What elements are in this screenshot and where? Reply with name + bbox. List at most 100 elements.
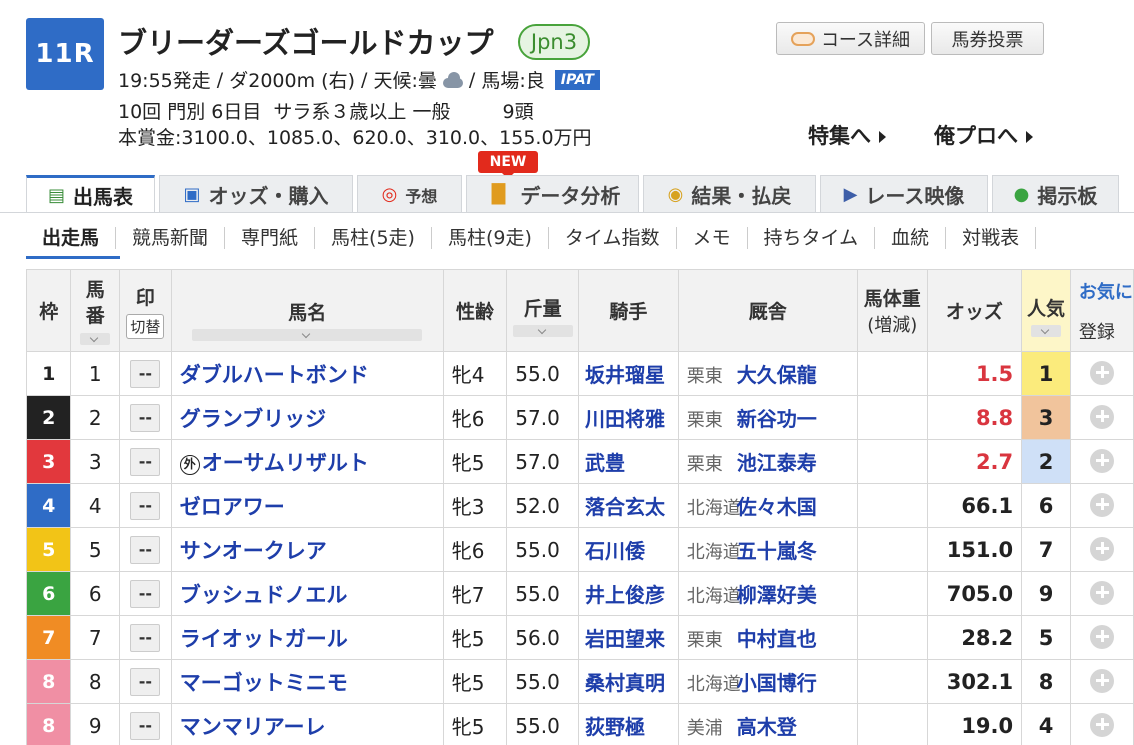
weight-carried: 55.0 — [506, 527, 580, 572]
popularity-rank: 3 — [1021, 395, 1071, 440]
trainer-link[interactable]: 高木登 — [737, 715, 797, 739]
subtab-memo[interactable]: メモ — [677, 227, 748, 249]
add-favorite-icon[interactable] — [1089, 580, 1114, 605]
tab-board[interactable]: ● 掲示板 — [992, 175, 1119, 213]
horse-name-link[interactable]: ゼロアワー — [170, 483, 444, 528]
add-favorite-icon[interactable] — [1089, 360, 1114, 385]
waku-number: 7 — [25, 615, 72, 660]
favorite-cell — [1069, 483, 1134, 528]
tab-data-analysis[interactable]: ▐▌ データ分析 — [466, 175, 639, 213]
mark-select[interactable]: -- — [130, 491, 161, 520]
stable-area: 栗東 — [686, 454, 723, 475]
horse-weight — [856, 395, 928, 440]
mark-select[interactable]: -- — [130, 447, 161, 476]
sort-icon[interactable] — [1031, 325, 1062, 337]
stable-area: 北海道 — [686, 498, 741, 519]
weight-carried: 56.0 — [506, 615, 580, 660]
trainer-link[interactable]: 佐々木国 — [737, 495, 817, 519]
subtab-past9[interactable]: 馬柱(9走) — [432, 227, 549, 249]
mark-select[interactable]: -- — [130, 711, 161, 740]
tab-prediction[interactable]: ◎ 予想 — [357, 175, 462, 213]
mark-select[interactable]: -- — [130, 667, 161, 696]
mark-switch-button[interactable]: 切替 — [126, 313, 165, 339]
horse-name-link[interactable]: グランブリッジ — [170, 395, 444, 440]
special-feature-link[interactable]: 特集へ — [808, 120, 886, 150]
stable-cell: 北海道佐々木国 — [677, 483, 858, 528]
tab-results[interactable]: ◉ 結果・払戻 — [643, 175, 816, 213]
subtab-entries[interactable]: 出走馬 — [26, 227, 115, 249]
table-row: 8 9 -- マンマリアーレ 牝5 55.0 荻野極 美浦 高木登 19.0 4 — [25, 703, 1134, 745]
horse-name-link[interactable]: サンオークレア — [170, 527, 444, 572]
sort-icon[interactable] — [512, 325, 573, 337]
vote-button[interactable]: 馬券投票 — [931, 22, 1044, 55]
jockey-link[interactable]: 荻野極 — [578, 703, 679, 745]
trainer-link[interactable]: 大久保龍 — [737, 363, 817, 387]
subtab-newspaper[interactable]: 競馬新聞 — [115, 227, 226, 249]
add-favorite-icon[interactable] — [1089, 492, 1114, 517]
cloud-icon — [441, 71, 465, 88]
header-waku[interactable]: 枠 — [25, 269, 72, 352]
arrow-right-icon — [1026, 131, 1033, 143]
header-weight: 馬体重 (増減) — [856, 269, 928, 352]
jockey-link[interactable]: 武豊 — [578, 439, 679, 484]
add-favorite-icon[interactable] — [1089, 712, 1114, 737]
mark-select[interactable]: -- — [130, 403, 161, 432]
jockey-link[interactable]: 落合玄太 — [578, 483, 679, 528]
sort-icon[interactable] — [80, 332, 111, 345]
ipat-badge[interactable]: IPAT — [554, 69, 600, 90]
subtab-matchup[interactable]: 対戦表 — [946, 227, 1037, 249]
horse-name-link[interactable]: 外オーサムリザルト — [170, 439, 444, 484]
horse-weight — [856, 703, 928, 745]
header-sexage: 性齢 — [442, 269, 508, 352]
jockey-link[interactable]: 桑村真明 — [578, 659, 679, 704]
jockey-link[interactable]: 川田将雅 — [578, 395, 679, 440]
jockey-link[interactable]: 石川倭 — [578, 527, 679, 572]
popularity-rank: 8 — [1021, 659, 1071, 704]
tab-entries[interactable]: ▤ 出馬表 — [26, 175, 155, 213]
header-ninki[interactable]: 人気 — [1021, 269, 1071, 352]
horse-name-link[interactable]: ブッシュドノエル — [170, 571, 444, 616]
jockey-link[interactable]: 井上俊彦 — [578, 571, 679, 616]
jockey-link[interactable]: 坂井瑠星 — [578, 351, 679, 396]
subtab-best-time[interactable]: 持ちタイム — [748, 227, 876, 249]
pro-link[interactable]: 俺プロへ — [934, 120, 1033, 150]
header-umaban[interactable]: 馬番 — [70, 269, 121, 352]
add-favorite-icon[interactable] — [1089, 668, 1114, 693]
tab-race-video[interactable]: ▶ レース映像 — [820, 175, 988, 213]
add-favorite-icon[interactable] — [1089, 404, 1114, 429]
mark-select[interactable]: -- — [130, 535, 161, 564]
add-favorite-icon[interactable] — [1089, 624, 1114, 649]
header-kinryo[interactable]: 斤量 — [506, 269, 580, 352]
trainer-link[interactable]: 柳澤好美 — [737, 583, 817, 607]
mark-cell: -- — [119, 615, 172, 660]
sort-icon[interactable] — [192, 329, 423, 341]
trainer-link[interactable]: 新谷功一 — [737, 407, 817, 431]
mark-select[interactable]: -- — [130, 359, 161, 388]
horse-name-link[interactable]: ライオットガール — [170, 615, 444, 660]
mark-select[interactable]: -- — [130, 579, 161, 608]
trainer-link[interactable]: 池江泰寿 — [737, 451, 817, 475]
waku-number: 3 — [25, 439, 72, 484]
tab-odds[interactable]: ▣ オッズ・購入 — [159, 175, 353, 213]
course-detail-button[interactable]: コース詳細 — [776, 22, 925, 55]
subtab-time-index[interactable]: タイム指数 — [549, 227, 677, 249]
horse-name-link[interactable]: マンマリアーレ — [170, 703, 444, 745]
horse-weight — [856, 483, 928, 528]
horse-name-link[interactable]: ダブルハートボンド — [170, 351, 444, 396]
race-info-line: 19:55発走 / ダ2000m (右) / 天候:曇 / 馬場:良 IPAT — [118, 66, 600, 93]
add-favorite-icon[interactable] — [1089, 448, 1114, 473]
trainer-link[interactable]: 小国博行 — [737, 671, 817, 695]
meeting: 10回 門別 6日目 — [118, 101, 262, 123]
trainer-link[interactable]: 五十嵐冬 — [737, 539, 817, 563]
add-favorite-icon[interactable] — [1089, 536, 1114, 561]
mark-select[interactable]: -- — [130, 623, 161, 652]
subtab-pedigree[interactable]: 血統 — [875, 227, 947, 249]
header-name[interactable]: 馬名 — [170, 269, 444, 352]
subtab-past5[interactable]: 馬柱(5走) — [315, 227, 432, 249]
jockey-link[interactable]: 岩田望来 — [578, 615, 679, 660]
weight-carried: 55.0 — [506, 571, 580, 616]
trainer-link[interactable]: 中村直也 — [737, 627, 817, 651]
horse-name-link[interactable]: マーゴットミニモ — [170, 659, 444, 704]
subtab-specialist-paper[interactable]: 専門紙 — [225, 227, 316, 249]
mark-cell: -- — [119, 571, 172, 616]
